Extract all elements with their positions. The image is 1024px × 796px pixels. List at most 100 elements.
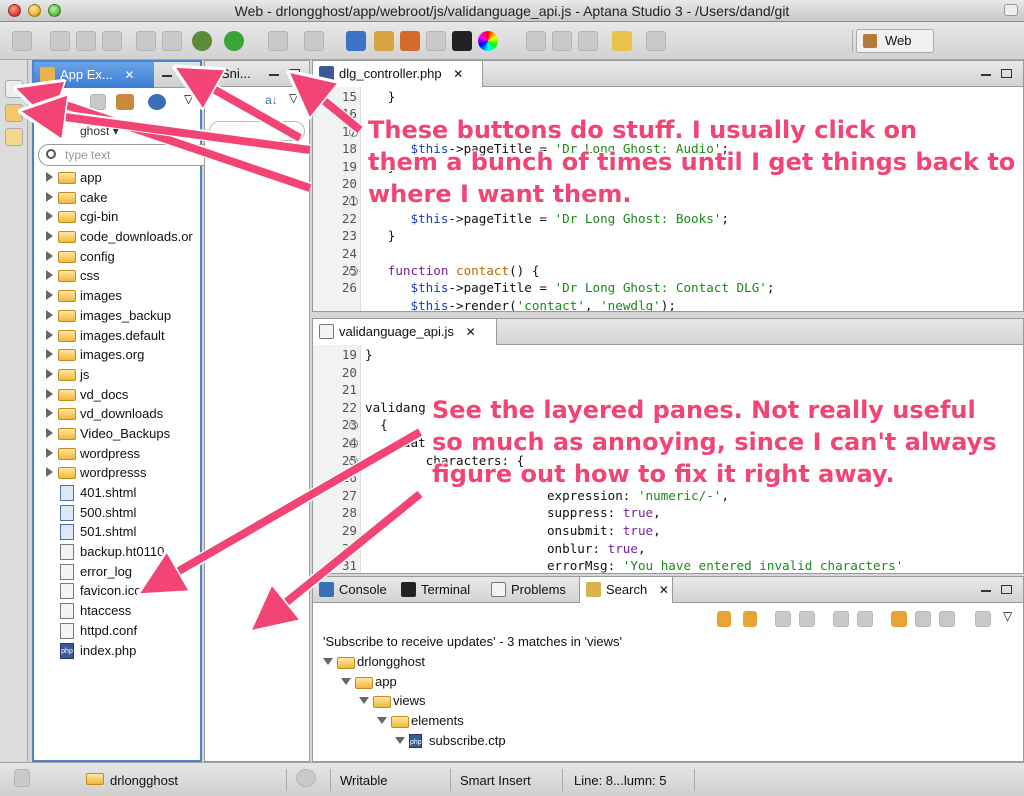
project-selector[interactable]: ghost ▾	[80, 124, 119, 138]
tab-validanguage-api[interactable]: validanguage_api.js ✕	[313, 319, 497, 345]
close-tab-icon[interactable]: ✕	[466, 325, 476, 339]
print-icon[interactable]	[102, 31, 122, 51]
outline-icon[interactable]	[578, 31, 598, 51]
minimize-icon[interactable]	[162, 74, 172, 77]
tab-app-explorer[interactable]: App Ex... ✕	[34, 62, 154, 88]
line-number: 19	[341, 347, 357, 362]
tab-dlg-controller-label: dlg_controller.php	[339, 66, 442, 81]
back-arrow-icon[interactable]	[612, 31, 632, 51]
previous-match-icon[interactable]	[743, 611, 757, 627]
fold-toggle-icon[interactable]	[349, 127, 358, 137]
fold-toggle-icon[interactable]	[349, 267, 358, 276]
browser-icon[interactable]	[426, 31, 446, 51]
expanded-arrow-icon[interactable]	[395, 736, 405, 744]
terminal-icon[interactable]	[452, 31, 472, 51]
publish-icon[interactable]	[136, 31, 156, 51]
expand-arrow-icon[interactable]	[46, 349, 53, 360]
search-history-icon[interactable]	[939, 611, 955, 627]
debug-icon[interactable]	[192, 31, 212, 51]
wand-icon[interactable]	[304, 31, 324, 51]
explorer-item-label: vd_docs	[80, 386, 129, 402]
expanded-arrow-icon[interactable]	[323, 658, 333, 665]
expand-arrow-icon[interactable]	[46, 447, 53, 458]
pin-icon[interactable]	[975, 611, 991, 627]
close-tab-icon[interactable]: ✕	[124, 68, 134, 82]
explorer-search-input[interactable]: type text	[38, 144, 228, 166]
format-icon[interactable]	[526, 31, 546, 51]
expand-arrow-icon[interactable]	[46, 408, 53, 419]
sort-icon[interactable]: a↓	[265, 93, 278, 107]
snippets-filter-input[interactable]	[209, 121, 305, 141]
search-result-label: app	[375, 673, 397, 689]
expand-arrow-icon[interactable]	[46, 427, 53, 438]
folder-icon	[58, 270, 76, 283]
forward-arrow-icon[interactable]	[646, 31, 666, 51]
fold-toggle-icon[interactable]	[349, 439, 358, 448]
maximize-icon[interactable]	[182, 70, 193, 79]
expand-all-icon[interactable]	[833, 611, 849, 627]
open-type-icon[interactable]	[268, 31, 288, 51]
explorer-item-label: error_log	[80, 563, 133, 579]
refresh-search-icon[interactable]	[891, 611, 907, 627]
tab-search[interactable]: Search ✕	[579, 577, 673, 603]
gear-icon[interactable]	[148, 94, 166, 110]
tab-snippets[interactable]: Sni...	[205, 61, 263, 87]
save-all-icon[interactable]	[76, 31, 96, 51]
expanded-arrow-icon[interactable]	[377, 717, 387, 725]
remove-all-icon[interactable]	[799, 611, 815, 627]
next-match-icon[interactable]	[717, 611, 731, 627]
collapse-all-icon[interactable]	[857, 611, 873, 627]
close-tab-icon[interactable]: ✕	[453, 67, 463, 81]
expand-arrow-icon[interactable]	[46, 309, 53, 320]
home-icon[interactable]	[400, 31, 420, 51]
expand-arrow-icon[interactable]	[46, 368, 53, 379]
expand-arrow-icon[interactable]	[46, 172, 53, 182]
view-menu-icon[interactable]: ▽	[289, 91, 298, 105]
maximize-icon[interactable]	[1001, 585, 1012, 594]
expand-arrow-icon[interactable]	[46, 231, 53, 242]
save-icon[interactable]	[50, 31, 70, 51]
maximize-icon[interactable]	[1001, 69, 1012, 78]
main-toolbar: Web	[0, 22, 1024, 60]
expand-arrow-icon[interactable]	[46, 191, 53, 202]
layout-icon[interactable]	[346, 31, 366, 51]
settings-gear-icon[interactable]	[296, 769, 316, 787]
stop-icon[interactable]	[915, 611, 931, 627]
color-picker-icon[interactable]	[478, 31, 498, 51]
package-icon[interactable]	[116, 94, 134, 110]
view-menu-icon[interactable]: ▽	[1003, 609, 1012, 623]
expanded-arrow-icon[interactable]	[341, 677, 351, 685]
tab-problems[interactable]: Problems	[485, 577, 579, 603]
expand-arrow-icon[interactable]	[46, 250, 53, 261]
minimize-icon[interactable]	[269, 73, 279, 76]
expand-arrow-icon[interactable]	[46, 211, 53, 222]
expand-arrow-icon[interactable]	[46, 467, 53, 478]
expanded-arrow-icon[interactable]	[359, 697, 369, 705]
maximize-icon[interactable]	[289, 69, 300, 78]
tab-terminal[interactable]: Terminal	[395, 577, 485, 603]
run-icon[interactable]	[224, 31, 244, 51]
remove-match-icon[interactable]	[775, 611, 791, 627]
fold-toggle-icon[interactable]	[349, 456, 358, 466]
expand-arrow-icon[interactable]	[46, 388, 53, 399]
view-menu-icon[interactable]: ▽	[184, 92, 193, 106]
project-rail-icon[interactable]	[5, 128, 23, 146]
expand-arrow-icon[interactable]	[46, 290, 53, 301]
refresh-icon[interactable]	[162, 31, 182, 51]
minimize-icon[interactable]	[981, 589, 991, 592]
fast-view-icon[interactable]	[14, 769, 30, 787]
minimize-icon[interactable]	[981, 73, 991, 76]
web-perspective-button[interactable]: Web	[856, 29, 934, 53]
toolbar-toggle-icon[interactable]	[1004, 4, 1018, 16]
new-file-icon[interactable]	[12, 31, 32, 51]
collapse-icon[interactable]	[90, 94, 106, 110]
expand-arrow-icon[interactable]	[46, 270, 53, 281]
restore-icon[interactable]	[5, 80, 23, 98]
tab-console[interactable]: Console	[313, 577, 395, 603]
tab-dlg-controller[interactable]: dlg_controller.php ✕	[313, 61, 483, 87]
expand-arrow-icon[interactable]	[46, 329, 53, 340]
close-tab-icon[interactable]: ✕	[659, 583, 669, 597]
app-explorer-icon[interactable]	[374, 31, 394, 51]
app-explorer-rail-icon[interactable]	[5, 104, 23, 122]
toggle-comment-icon[interactable]	[552, 31, 572, 51]
